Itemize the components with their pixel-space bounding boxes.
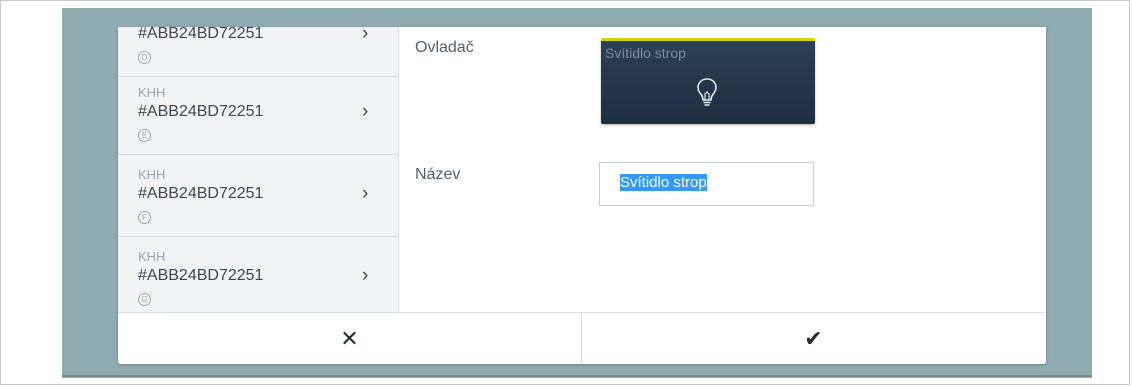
chevron-right-icon: ›	[362, 101, 369, 122]
device-type: KHH	[138, 85, 166, 100]
device-id: #ABB24BD72251	[138, 185, 264, 202]
channel-badge: D	[138, 51, 151, 64]
name-input-selected-text: Svítidlo strop	[620, 174, 707, 191]
device-id: #ABB24BD72251	[138, 27, 264, 42]
list-item[interactable]: KHH #ABB24BD72251 F ›	[118, 155, 398, 237]
device-id: #ABB24BD72251	[138, 267, 264, 284]
device-type: KHH	[138, 167, 166, 182]
channel-badge: E	[138, 129, 151, 142]
cancel-button[interactable]: ✕	[118, 313, 582, 364]
list-item[interactable]: #ABB24BD72251 D ›	[118, 27, 398, 77]
control-tile[interactable]: Svítidlo strop	[601, 38, 815, 124]
checkmark-icon: ✔	[804, 326, 823, 351]
lightbulb-icon	[697, 78, 717, 106]
channel-badge: F	[138, 211, 151, 224]
confirm-button[interactable]: ✔	[582, 313, 1045, 364]
chevron-right-icon: ›	[362, 265, 369, 286]
list-item[interactable]: KHH #ABB24BD72251 E ›	[118, 73, 398, 155]
device-id: #ABB24BD72251	[138, 103, 264, 120]
control-label: Ovladač	[415, 39, 474, 56]
backdrop-divider	[62, 375, 1092, 377]
edit-dialog: #ABB24BD72251 D › KHH #ABB24BD72251 E › …	[118, 27, 1046, 364]
tile-title: Svítidlo strop	[605, 45, 686, 61]
close-icon: ✕	[340, 326, 359, 351]
channel-badge: G	[138, 293, 151, 306]
device-type: KHH	[138, 249, 166, 264]
name-label: Název	[415, 166, 461, 183]
dialog-footer: ✕ ✔	[118, 312, 1046, 364]
name-input[interactable]: Svítidlo strop	[599, 162, 814, 206]
chevron-right-icon: ›	[362, 183, 369, 204]
chevron-right-icon: ›	[362, 27, 369, 44]
list-item[interactable]: KHH #ABB24BD72251 G ›	[118, 237, 398, 312]
device-list: #ABB24BD72251 D › KHH #ABB24BD72251 E › …	[118, 27, 399, 312]
